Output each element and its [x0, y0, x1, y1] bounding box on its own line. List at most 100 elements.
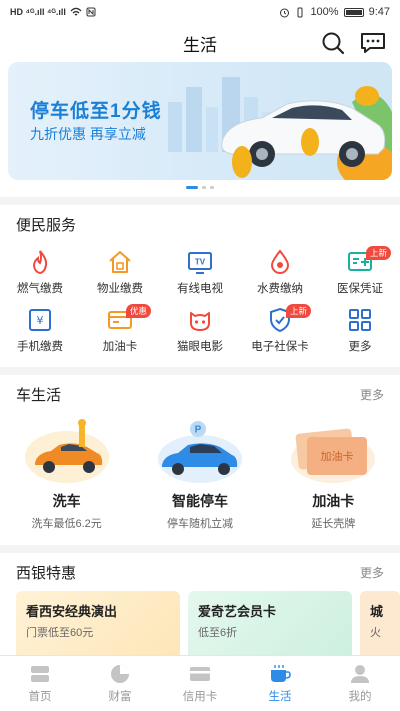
car-illustration — [221, 86, 392, 180]
deal-title: 爱奇艺会员卡 — [198, 604, 277, 619]
message-button[interactable] — [360, 30, 386, 56]
clock: 9:47 — [368, 6, 390, 18]
car-card-desc: 洗车最低6.2元 — [31, 518, 102, 530]
car-life-section: 车生活 更多 洗车 洗车最低6.2元 P 智能停车 停车随机立减 加油卡 加油卡… — [0, 375, 400, 545]
service-fuel-card[interactable]: 优惠 加油卡 — [80, 301, 160, 359]
flame-icon — [32, 249, 48, 274]
svg-text:P: P — [195, 425, 202, 436]
service-label: 电子社保卡 — [251, 340, 309, 353]
cat-icon — [190, 311, 210, 331]
service-social-security[interactable]: 上新 电子社保卡 — [240, 301, 320, 359]
wifi-icon — [70, 7, 82, 16]
new-badge: 上新 — [366, 246, 392, 260]
fuel-card-illustration: 加油卡 — [291, 428, 376, 483]
service-gas[interactable]: 燃气缴费 — [0, 243, 80, 301]
page-title: 生活 — [183, 35, 217, 55]
promo-banner[interactable]: 停车低至1分钱 九折优惠 再享立减 — [8, 62, 392, 180]
nfc-icon — [86, 7, 96, 17]
signal-text: HD ⁴ᴳ.ıll ⁴ᴳ.ıll — [10, 7, 66, 17]
car-life-title: 车生活 — [16, 386, 62, 404]
fuel-card-card[interactable]: 加油卡 加油卡 延长壳牌 — [273, 417, 393, 531]
car-card-desc: 停车随机立减 — [166, 518, 233, 530]
tab-label: 我的 — [348, 690, 372, 703]
deal-subtitle: 火 — [370, 627, 381, 639]
car-wash-illustration — [24, 419, 109, 483]
services-section: 便民服务 燃气缴费 物业缴费 TV 有线电视 水费缴纳 上新 医保凭证 ¥ 手机… — [0, 205, 400, 367]
svg-text:¥: ¥ — [37, 314, 44, 327]
banner-subtitle: 九折优惠 再享立减 — [30, 126, 146, 142]
xiyin-more-link[interactable]: 更多 — [360, 564, 384, 581]
signal-indicators: HD ⁴ᴳ.ıll ⁴ᴳ.ıll — [10, 7, 96, 17]
service-label: 有线电视 — [177, 282, 223, 295]
tab-credit-card[interactable]: 信用卡 — [160, 656, 240, 711]
tab-me[interactable]: 我的 — [320, 656, 400, 711]
service-label: 加油卡 — [102, 340, 138, 353]
service-label: 水费缴纳 — [257, 282, 303, 295]
tab-home[interactable]: 首页 — [0, 656, 80, 711]
water-drop-icon — [270, 248, 290, 274]
services-title: 便民服务 — [16, 216, 77, 234]
deal-subtitle: 低至6折 — [198, 627, 238, 639]
search-icon — [322, 32, 345, 55]
battery-percent: 100% — [310, 6, 339, 18]
car-card-name: 智能停车 — [171, 493, 228, 509]
banner-area: 停车低至1分钱 九折优惠 再享立减 — [0, 62, 400, 197]
tab-label: 信用卡 — [182, 690, 218, 703]
xiyin-title: 西银特惠 — [16, 564, 77, 582]
tab-label: 首页 — [28, 690, 52, 703]
service-property[interactable]: 物业缴费 — [80, 243, 160, 301]
home-icon — [31, 665, 49, 682]
new-badge: 上新 — [286, 304, 312, 318]
banner-pagination — [8, 186, 392, 189]
house-icon — [109, 250, 131, 273]
coffee-cup-icon — [271, 664, 291, 682]
service-movie[interactable]: 猫眼电影 — [160, 301, 240, 359]
service-cable-tv[interactable]: TV 有线电视 — [160, 243, 240, 301]
service-more[interactable]: 更多 — [320, 301, 400, 359]
service-medical[interactable]: 上新 医保凭证 — [320, 243, 400, 301]
grid-icon — [349, 308, 371, 331]
deal-card-iqiyi[interactable]: 爱奇艺会员卡 低至6折 — [188, 591, 352, 661]
vibrate-icon — [297, 7, 303, 17]
service-label: 燃气缴费 — [17, 282, 63, 295]
deal-title: 城 — [370, 604, 384, 619]
service-water[interactable]: 水费缴纳 — [240, 243, 320, 301]
alarm-icon — [280, 8, 290, 17]
car-card-name: 洗车 — [52, 493, 81, 509]
service-phone[interactable]: ¥ 手机缴费 — [0, 301, 80, 359]
service-label: 更多 — [348, 340, 372, 353]
smart-parking-card[interactable]: P 智能停车 停车随机立减 — [140, 417, 260, 531]
user-icon — [351, 664, 369, 683]
tv-icon: TV — [188, 251, 212, 274]
status-bar: HD ⁴ᴳ.ıll ⁴ᴳ.ıll 100% 9:47 — [0, 0, 400, 24]
pagination-dot[interactable] — [202, 186, 206, 189]
tab-wealth[interactable]: 财富 — [80, 656, 160, 711]
pagination-dot[interactable] — [210, 186, 214, 189]
car-card-name: 加油卡 — [312, 493, 355, 509]
service-label: 手机缴费 — [17, 340, 63, 353]
deal-subtitle: 门票低至60元 — [26, 627, 94, 639]
phone-icon: ¥ — [29, 308, 51, 331]
svg-text:TV: TV — [195, 257, 206, 266]
service-label: 猫眼电影 — [177, 340, 223, 353]
service-label: 医保凭证 — [337, 282, 383, 295]
deal-card-performance[interactable]: 看西安经典演出 门票低至60元 — [16, 591, 180, 661]
bottom-tab-bar: 首页 财富 信用卡 生活 我的 — [0, 655, 400, 711]
pagination-dot[interactable] — [186, 186, 198, 189]
promo-badge: 优惠 — [126, 304, 152, 318]
tab-label: 财富 — [108, 690, 132, 703]
credit-card-icon — [190, 666, 210, 681]
car-life-more-link[interactable]: 更多 — [360, 386, 384, 403]
car-card-desc: 延长壳牌 — [311, 518, 356, 530]
deal-card-partial[interactable]: 城 火 — [360, 591, 400, 661]
pie-chart-icon — [111, 664, 129, 683]
svg-text:加油卡: 加油卡 — [321, 449, 354, 463]
car-wash-card[interactable]: 洗车 洗车最低6.2元 — [7, 417, 127, 531]
page-header: 生活 — [0, 24, 400, 62]
parking-illustration: P — [157, 421, 242, 483]
service-label: 物业缴费 — [97, 282, 143, 295]
message-icon — [361, 33, 385, 53]
search-button[interactable] — [320, 30, 346, 56]
services-grid: 燃气缴费 物业缴费 TV 有线电视 水费缴纳 上新 医保凭证 ¥ 手机缴费 优惠… — [0, 243, 400, 367]
tab-life[interactable]: 生活 — [240, 656, 320, 711]
